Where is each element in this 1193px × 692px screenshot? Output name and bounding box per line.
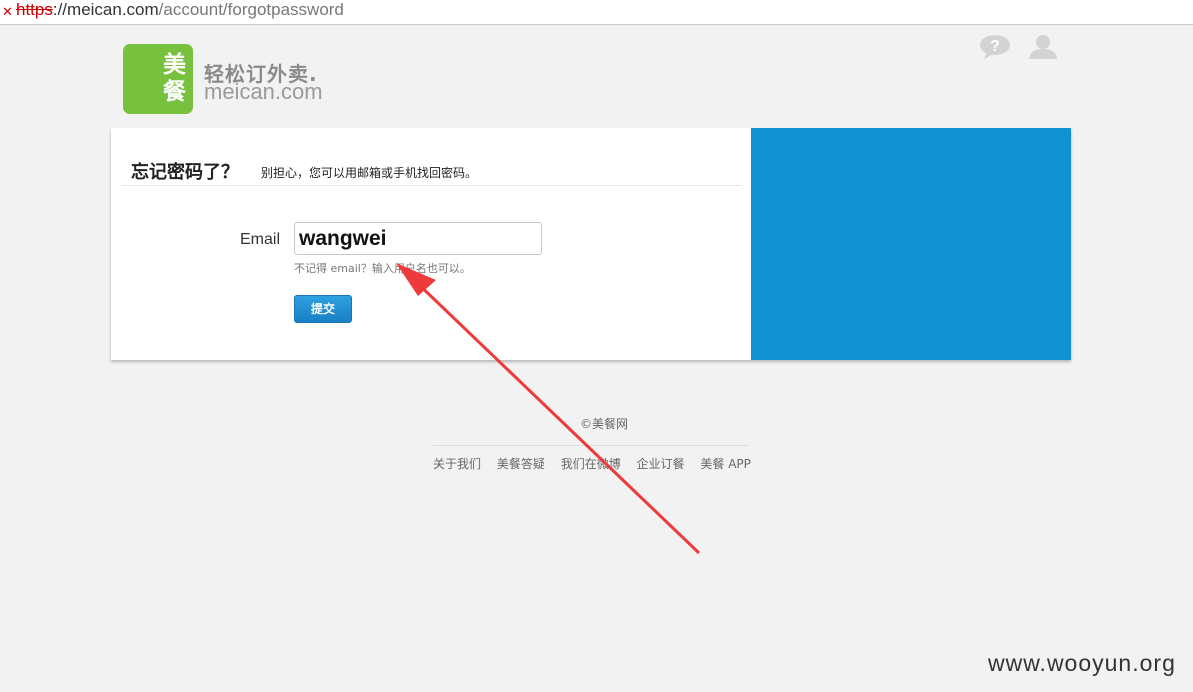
meican-logo[interactable]: 美 餐: [123, 44, 193, 114]
watermark: www.wooyun.org: [988, 650, 1176, 676]
title-row: 忘记密码了？ 别担心，您可以用邮箱或手机找回密码。: [123, 158, 741, 186]
copyright-icon: ©: [579, 417, 592, 431]
help-icon[interactable]: ?: [979, 34, 1011, 60]
footer-link-weibo[interactable]: 我们在微博: [561, 457, 621, 471]
submit-button[interactable]: 提交: [294, 295, 352, 323]
footer-link-app[interactable]: 美餐 APP: [700, 457, 751, 471]
url-host: ://meican.com: [52, 0, 159, 19]
footer-links: 关于我们 美餐答疑 我们在微博 企业订餐 美餐 APP: [433, 455, 763, 472]
blue-side-panel: [751, 128, 1071, 360]
address-bar[interactable]: ✕ https://meican.com/account/forgotpassw…: [0, 0, 1193, 25]
footer-link-enterprise[interactable]: 企业订餐: [637, 457, 685, 471]
user-icon[interactable]: [1028, 34, 1058, 60]
email-label: Email: [240, 231, 281, 248]
footer-link-faq[interactable]: 美餐答疑: [497, 457, 545, 471]
footer-divider: [433, 445, 749, 446]
copyright: ©美餐网: [0, 415, 1193, 432]
email-hint: 不记得 email？输入用户名也可以。: [294, 262, 471, 275]
copyright-text: 美餐网: [591, 417, 628, 431]
forgot-password-card: 忘记密码了？ 别担心，您可以用邮箱或手机找回密码。 Email 不记得 emai…: [111, 128, 1071, 360]
url-text[interactable]: https://meican.com/account/forgotpasswor…: [16, 0, 344, 20]
certificate-error-icon[interactable]: ✕: [2, 2, 13, 22]
svg-text:?: ?: [990, 38, 1000, 55]
email-input[interactable]: [294, 222, 542, 255]
logo-char-1: 美: [163, 52, 186, 78]
url-path: /account/forgotpassword: [158, 0, 344, 19]
logo-domain: meican.com: [204, 79, 323, 104]
footer-link-about[interactable]: 关于我们: [433, 457, 481, 471]
logo-char-2: 餐: [163, 79, 186, 105]
page-subtitle: 别担心，您可以用邮箱或手机找回密码。: [261, 166, 478, 180]
page-title: 忘记密码了？: [131, 162, 239, 183]
url-protocol: https: [16, 0, 53, 19]
